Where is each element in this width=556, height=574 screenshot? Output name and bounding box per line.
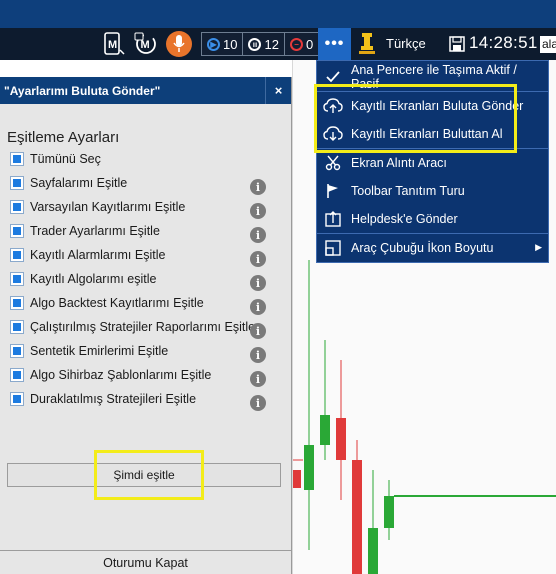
stopped-count: 0 <box>305 36 314 52</box>
checkbox[interactable] <box>10 152 24 166</box>
strategy-counters: ▶ 10 ıı 12 − 0 <box>201 32 320 56</box>
submenu-arrow-icon: ▶ <box>535 242 542 252</box>
option-select-all[interactable]: Tümünü Seç <box>10 148 271 170</box>
panel-header: "Ayarlarımı Buluta Gönder" × <box>0 77 291 104</box>
option-pages[interactable]: Sayfalarımı Eşitle <box>10 172 271 194</box>
microphone-icon[interactable] <box>166 31 192 57</box>
info-icon[interactable]: i <box>250 347 266 363</box>
option-label: Kayıtlı Algolarımı eşitle <box>30 272 157 286</box>
option-algos[interactable]: Kayıtlı Algolarımı eşitle <box>10 268 271 290</box>
language-selector[interactable]: Türkçe <box>386 36 426 51</box>
panel-body: Eşitleme Ayarları Tümünü Seç Sayfalarımı… <box>0 104 291 574</box>
paused-counter[interactable]: ıı 12 <box>243 33 285 55</box>
panel-title: "Ayarlarımı Buluta Gönder" <box>4 83 161 98</box>
highlight-box <box>94 450 204 500</box>
close-icon[interactable]: × <box>265 77 291 104</box>
pause-circle-icon: ıı <box>248 37 262 51</box>
symbol-search-input[interactable]: ala <box>540 36 556 53</box>
option-label: Trader Ayarlarımı Eşitle <box>30 224 160 238</box>
main-toolbar: M M ▶ 10 ıı 12 − 0 ••• Türkçe 14:28:51 a… <box>0 28 556 60</box>
candle <box>336 418 346 460</box>
more-menu-button[interactable]: ••• <box>318 28 351 60</box>
option-trader-settings[interactable]: Trader Ayarlarımı Eşitle <box>10 220 271 242</box>
option-label: Çalıştırılmış Stratejiler Raporlarımı Eş… <box>30 320 256 334</box>
checkbox[interactable] <box>10 200 24 214</box>
option-paused-strategies[interactable]: Duraklatılmış Stratejileri Eşitle <box>10 388 271 410</box>
menu-item-label: Helpdesk'e Gönder <box>351 212 458 226</box>
play-circle-icon: ▶ <box>207 37 220 51</box>
candle <box>384 496 394 528</box>
checkbox[interactable] <box>10 320 24 334</box>
info-icon[interactable]: i <box>250 251 266 267</box>
option-label: Algo Sihirbaz Şablonlarımı Eşitle <box>30 368 212 382</box>
checkbox[interactable] <box>10 272 24 286</box>
menu-item-snipping-tool[interactable]: Ekran Alıntı Aracı <box>317 149 548 177</box>
info-icon[interactable]: i <box>250 299 266 315</box>
scissors-icon <box>323 154 343 172</box>
checkbox[interactable] <box>10 224 24 238</box>
info-icon[interactable]: i <box>250 179 266 195</box>
option-default-records[interactable]: Varsayılan Kayıtlarımı Eşitle <box>10 196 271 218</box>
info-icon[interactable]: i <box>250 275 266 291</box>
checkbox[interactable] <box>10 296 24 310</box>
candle <box>304 445 314 490</box>
sync-m-icon[interactable]: M <box>133 31 159 57</box>
menu-item-label: Ekran Alıntı Aracı <box>351 156 447 170</box>
option-strategy-reports[interactable]: Çalıştırılmış Stratejiler Raporlarımı Eş… <box>10 316 271 338</box>
menu-item-icon-size[interactable]: Araç Çubuğu İkon Boyutu ▶ <box>317 234 548 262</box>
option-label: Tümünü Seç <box>30 152 101 166</box>
highlight-box <box>314 84 517 153</box>
mobile-m-icon[interactable]: M <box>102 31 126 57</box>
window-top-strip <box>0 0 556 28</box>
option-label: Kayıtlı Alarmlarımı Eşitle <box>30 248 166 262</box>
info-icon[interactable]: i <box>250 323 266 339</box>
resize-icon <box>323 239 343 257</box>
logout-button[interactable]: Oturumu Kapat <box>0 550 291 574</box>
option-label: Algo Backtest Kayıtlarımı Eşitle <box>30 296 204 310</box>
section-title: Eşitleme Ayarları <box>7 129 120 146</box>
stopped-counter[interactable]: − 0 <box>285 33 318 55</box>
flag-icon <box>323 182 343 200</box>
menu-item-label: Araç Çubuğu İkon Boyutu <box>351 241 494 255</box>
clock-display: 14:28:51 <box>469 33 538 52</box>
option-backtests[interactable]: Algo Backtest Kayıtlarımı Eşitle <box>10 292 271 314</box>
option-label: Sayfalarımı Eşitle <box>30 176 128 190</box>
candle <box>293 470 301 488</box>
option-label: Duraklatılmış Stratejileri Eşitle <box>30 392 197 406</box>
option-label: Sentetik Emirlerimi Eşitle <box>30 344 169 358</box>
option-label: Varsayılan Kayıtlarımı Eşitle <box>30 200 186 214</box>
option-alarms[interactable]: Kayıtlı Alarmlarımı Eşitle <box>10 244 271 266</box>
cloud-sync-panel: "Ayarlarımı Buluta Gönder" × Eşitleme Ay… <box>0 77 292 574</box>
save-icon[interactable] <box>449 36 465 52</box>
candle <box>320 415 330 445</box>
svg-text:M: M <box>108 39 117 51</box>
paused-count: 12 <box>264 36 279 52</box>
running-counter[interactable]: ▶ 10 <box>202 33 244 55</box>
checkbox[interactable] <box>10 392 24 406</box>
checkbox[interactable] <box>10 344 24 358</box>
menu-item-toolbar-tour[interactable]: Toolbar Tanıtım Turu <box>317 177 548 205</box>
checkbox[interactable] <box>10 176 24 190</box>
checkbox[interactable] <box>10 248 24 262</box>
option-synthetic-orders[interactable]: Sentetik Emirlerimi Eşitle <box>10 340 271 362</box>
menu-item-label: Toolbar Tanıtım Turu <box>351 184 465 198</box>
send-box-icon <box>323 210 343 228</box>
menu-item-helpdesk[interactable]: Helpdesk'e Gönder <box>317 205 548 233</box>
info-icon[interactable]: i <box>250 203 266 219</box>
info-icon[interactable]: i <box>250 227 266 243</box>
info-icon[interactable]: i <box>250 371 266 387</box>
lamp-icon[interactable] <box>356 32 378 56</box>
candle <box>352 460 362 574</box>
stop-circle-icon: − <box>289 37 303 51</box>
svg-text:M: M <box>141 39 150 51</box>
info-icon[interactable]: i <box>250 395 266 411</box>
option-algo-wizard[interactable]: Algo Sihirbaz Şablonlarımı Eşitle <box>10 364 271 386</box>
candle <box>368 528 378 574</box>
running-count: 10 <box>223 36 238 52</box>
checkbox[interactable] <box>10 368 24 382</box>
